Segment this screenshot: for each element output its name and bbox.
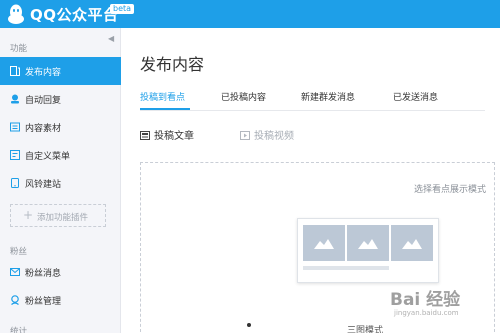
sidebar-item-fan-messages[interactable]: 粉丝消息 <box>0 258 121 286</box>
add-plugin-button[interactable]: + 添加功能插件 <box>10 204 106 227</box>
sidebar-item-label: 内容素材 <box>25 124 62 134</box>
sidebar-item-site-builder[interactable]: 风铃建站 <box>0 169 121 197</box>
publish-icon <box>10 66 20 76</box>
sidebar-item-fan-management[interactable]: 粉丝管理 <box>0 286 121 314</box>
collapse-sidebar-icon[interactable]: ◀ <box>108 34 114 43</box>
top-bar: QQ公众平台 beta <box>0 0 500 28</box>
fan-message-icon <box>10 268 20 276</box>
section-label-stats: 统计 <box>10 327 28 333</box>
title-placeholder-bar <box>303 266 389 270</box>
subtab-submit-article[interactable]: 投稿文章 <box>140 127 194 142</box>
watermark-url: jingyan.baidu.com <box>394 309 459 317</box>
sidebar-item-label: 发布内容 <box>25 68 62 78</box>
sidebar-item-materials[interactable]: 内容素材 <box>0 113 121 141</box>
section-label-fans: 粉丝 <box>10 247 28 257</box>
section-label-functions: 功能 <box>10 44 28 54</box>
materials-icon <box>10 122 20 132</box>
active-tab-indicator <box>140 108 190 110</box>
article-icon <box>140 131 150 140</box>
custom-menu-icon <box>10 150 20 160</box>
sidebar: ◀ 功能 发布内容 自动回复 内容素材 自定义菜单 风铃建站 + 添加功能插件 … <box>0 28 121 333</box>
video-icon <box>240 131 250 140</box>
beta-badge: beta <box>110 4 135 14</box>
add-plugin-label: 添加功能插件 <box>37 213 89 223</box>
tabs-divider <box>140 110 485 111</box>
app-title[interactable]: QQ公众平台 <box>30 4 119 25</box>
tab-new-broadcast[interactable]: 新建群发消息 <box>301 90 355 103</box>
watermark: Bai 经验 jingyan.baidu.com <box>380 285 490 325</box>
tab-submit-to-kandian[interactable]: 投稿到看点 <box>140 90 185 103</box>
plus-icon: + <box>23 208 34 222</box>
sidebar-item-label: 风铃建站 <box>25 180 62 190</box>
carousel-dot <box>247 323 251 327</box>
site-builder-icon <box>11 178 19 188</box>
subtab-submit-video[interactable]: 投稿视频 <box>240 127 294 142</box>
sidebar-item-label: 粉丝消息 <box>25 269 62 279</box>
sidebar-item-label: 粉丝管理 <box>25 297 62 307</box>
sidebar-item-custom-menu[interactable]: 自定义菜单 <box>0 141 121 169</box>
qq-penguin-logo-icon[interactable] <box>6 3 26 25</box>
three-image-mode-label: 三图模式 <box>347 326 384 333</box>
sidebar-item-publish[interactable]: 发布内容 <box>0 57 121 85</box>
fan-manage-icon <box>11 295 19 305</box>
tab-sent-messages[interactable]: 已发送消息 <box>393 90 438 103</box>
three-image-mode-card[interactable] <box>297 218 439 283</box>
image-placeholder-icon <box>391 225 433 261</box>
sidebar-item-label: 自定义菜单 <box>25 152 71 162</box>
autoreply-icon <box>11 94 19 104</box>
display-mode-hint: 选择看点展示模式 <box>413 185 486 195</box>
image-placeholder-icon <box>347 225 389 261</box>
watermark-text: Bai 经验 <box>390 290 461 310</box>
tab-submitted-content[interactable]: 已投稿内容 <box>221 90 266 103</box>
subtab-label: 投稿视频 <box>254 131 294 142</box>
sidebar-item-autoreply[interactable]: 自动回复 <box>0 85 121 113</box>
page-title: 发布内容 <box>140 55 205 74</box>
sidebar-item-label: 自动回复 <box>25 96 62 106</box>
image-placeholder-icon <box>303 225 345 261</box>
subtab-label: 投稿文章 <box>154 131 194 142</box>
